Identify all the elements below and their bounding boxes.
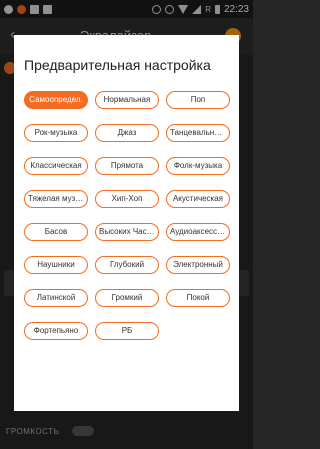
preset-dialog: Предварительная настройка Самоопредел. Но…	[14, 35, 239, 411]
preset-button[interactable]: Прямота	[95, 157, 159, 175]
preset-button[interactable]: Джаз	[95, 124, 159, 142]
preset-button[interactable]: Фолк-музыка	[166, 157, 230, 175]
preset-button[interactable]: Высоких Част...	[95, 223, 159, 241]
preset-button[interactable]: Классическая	[24, 157, 88, 175]
preset-button[interactable]: Самоопредел.	[24, 91, 88, 109]
preset-button[interactable]: Латинской	[24, 289, 88, 307]
preset-button[interactable]: Аудиоаксессу...	[166, 223, 230, 241]
preset-button[interactable]: Наушники	[24, 256, 88, 274]
preset-button[interactable]: Басов	[24, 223, 88, 241]
preset-button[interactable]: Громкий	[95, 289, 159, 307]
preset-button[interactable]: Электронный	[166, 256, 230, 274]
preset-button[interactable]: Рок-музыка	[24, 124, 88, 142]
preset-button[interactable]: Нормальная	[95, 91, 159, 109]
dialog-title: Предварительная настройка	[24, 57, 211, 73]
preset-button[interactable]: Хип-Хоп	[95, 190, 159, 208]
preset-button[interactable]: Глубокий	[95, 256, 159, 274]
preset-button[interactable]: Фортепьяно	[24, 322, 88, 340]
preset-button[interactable]: РБ	[95, 322, 159, 340]
preset-button[interactable]: Поп	[166, 91, 230, 109]
preset-button[interactable]: Акустическая	[166, 190, 230, 208]
preset-button[interactable]: Танцевальная...	[166, 124, 230, 142]
preset-button[interactable]: Покой	[166, 289, 230, 307]
preset-button[interactable]: Тяжелая музы...	[24, 190, 88, 208]
